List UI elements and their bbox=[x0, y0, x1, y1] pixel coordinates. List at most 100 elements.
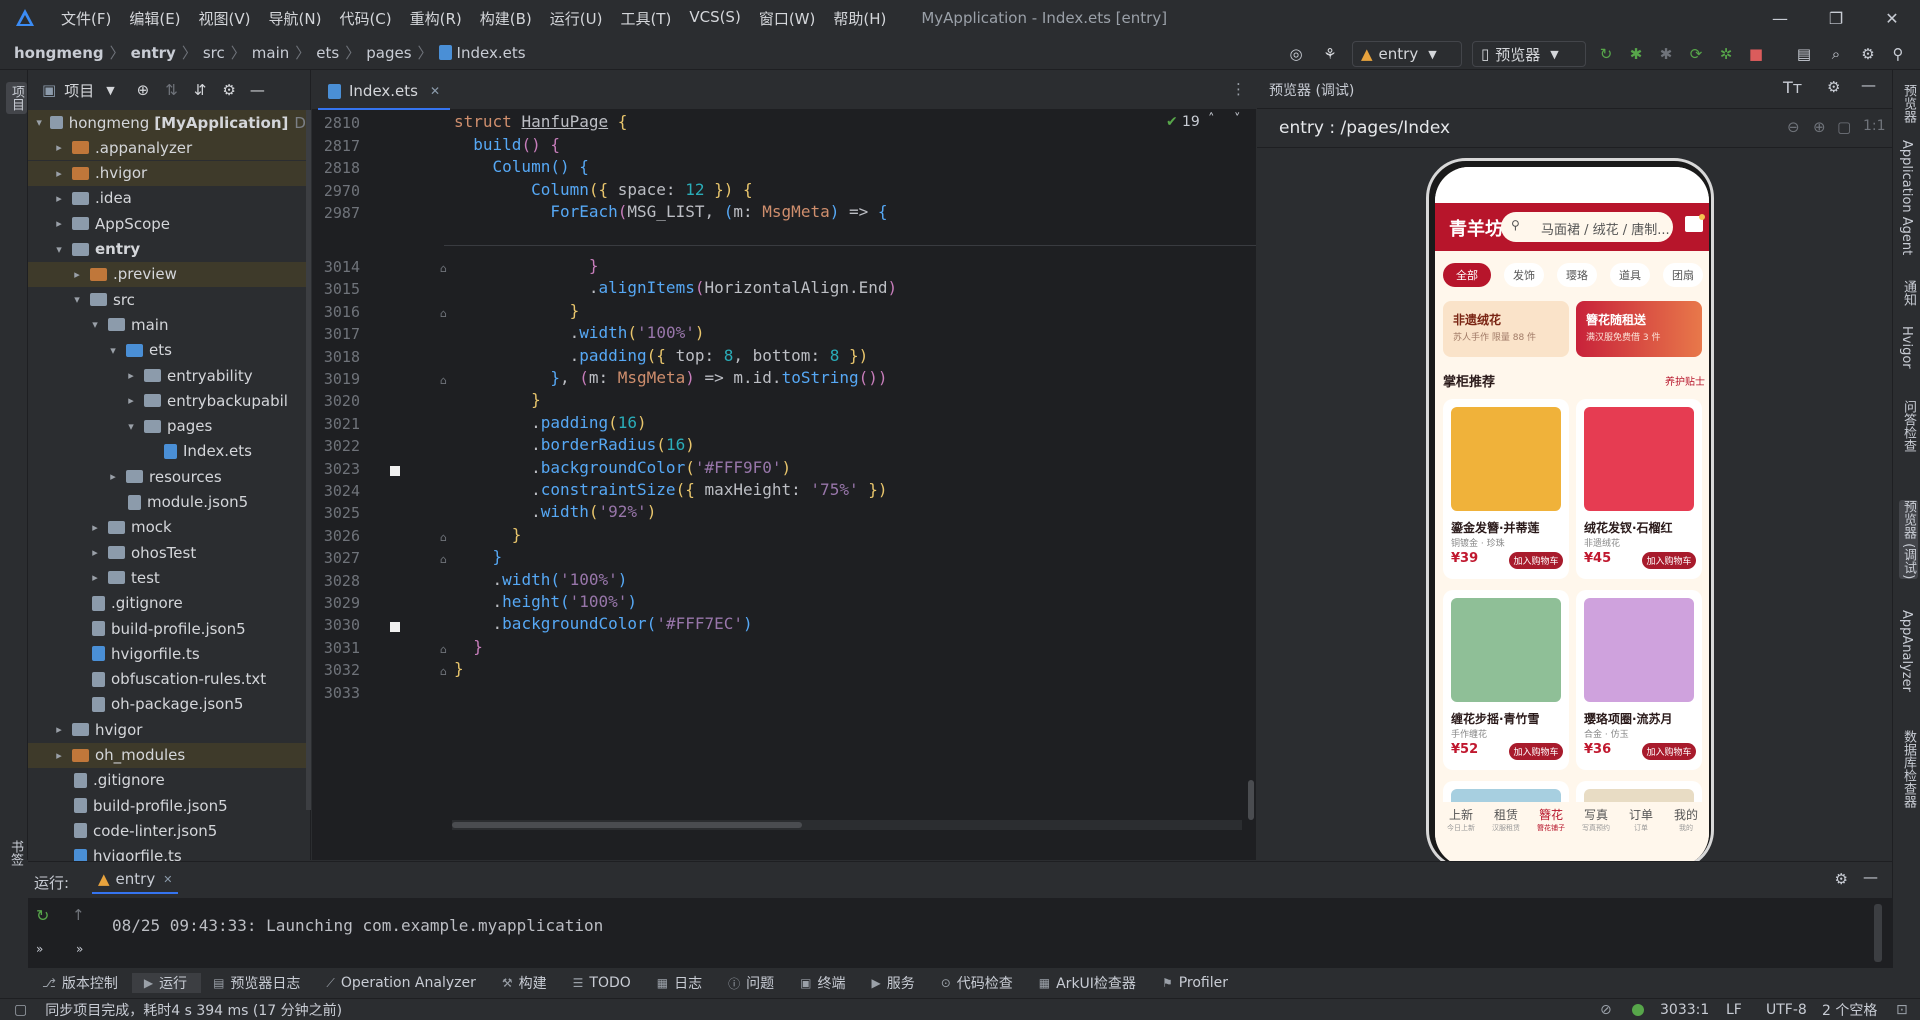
gear-icon[interactable]: ⚙ bbox=[1827, 78, 1840, 96]
chevron-right-icon[interactable]: ▸ bbox=[88, 546, 102, 559]
fold-marker-icon[interactable]: ⌂ bbox=[440, 262, 447, 275]
menu-item[interactable]: 重构(R) bbox=[401, 8, 471, 29]
product-card[interactable]: 璎珞项圈·流苏月 合金 · 仿玉 ¥36 加入购物车 bbox=[1576, 590, 1702, 770]
tool-window-button[interactable]: ▣ 终端 bbox=[788, 973, 859, 993]
tool-window-button[interactable]: ⟋ Operation Analyzer bbox=[314, 975, 489, 991]
tree-item[interactable]: ▸ ohosTest bbox=[28, 540, 311, 565]
tree-item[interactable]: ▾ entry bbox=[28, 237, 311, 262]
tree-item[interactable]: ▸ .idea bbox=[28, 186, 311, 211]
add-to-cart-button[interactable]: 加入购物车 bbox=[1509, 743, 1563, 760]
collapse-all-icon[interactable]: ⇵ bbox=[194, 81, 207, 99]
status-ok-icon[interactable] bbox=[1632, 1004, 1644, 1016]
stop-icon[interactable]: ■ bbox=[1746, 44, 1766, 64]
chevron-right-icon[interactable]: ▸ bbox=[70, 268, 84, 281]
chevron-down-icon[interactable]: ▾ bbox=[34, 116, 44, 129]
menu-item[interactable]: 编辑(E) bbox=[120, 8, 189, 29]
tree-item[interactable]: ▾ main bbox=[28, 312, 311, 337]
menu-item[interactable]: 帮助(H) bbox=[824, 8, 895, 29]
color-swatch[interactable] bbox=[390, 465, 400, 476]
tool-window-button[interactable]: ⚑ Profiler bbox=[1150, 975, 1242, 991]
tree-item[interactable]: ▸ entrybackupabil bbox=[28, 388, 311, 413]
expand-all-icon[interactable]: ⇅ bbox=[165, 81, 178, 99]
tree-item[interactable]: build-profile.json5 bbox=[28, 616, 311, 641]
tree-item[interactable]: ▾ ets bbox=[28, 338, 311, 363]
rerun-icon[interactable]: ↻ bbox=[36, 906, 49, 925]
right-tool-tab[interactable]: 预览器 (调试) bbox=[1899, 500, 1918, 580]
chevron-right-icon[interactable]: ▸ bbox=[52, 141, 66, 154]
tool-window-button[interactable]: ▶ 运行 bbox=[131, 973, 202, 993]
no-inspections-icon[interactable]: ⊘ bbox=[1600, 1002, 1612, 1018]
menu-item[interactable]: 工具(T) bbox=[611, 8, 680, 29]
chevron-down-icon[interactable]: ▾ bbox=[124, 420, 138, 433]
project-structure-icon[interactable]: ▤ bbox=[1794, 44, 1814, 64]
tree-item[interactable]: ▸ mock bbox=[28, 515, 311, 540]
right-tool-tab[interactable]: Hvigor bbox=[1899, 326, 1914, 369]
tree-item[interactable]: code-linter.json5 bbox=[28, 818, 311, 843]
hide-panel-icon[interactable]: — bbox=[1863, 868, 1878, 886]
hide-panel-icon[interactable]: — bbox=[250, 81, 265, 99]
category-chip[interactable]: 团扇 bbox=[1663, 263, 1703, 287]
tree-item[interactable]: ▸ hvigor bbox=[28, 717, 311, 742]
tree-item[interactable]: ▸ AppScope bbox=[28, 211, 311, 236]
chevron-right-icon[interactable]: ▸ bbox=[52, 749, 66, 762]
zoom-out-icon[interactable]: ⊖ bbox=[1787, 118, 1800, 136]
breadcrumb-item[interactable]: hongmeng bbox=[14, 44, 104, 62]
tree-item[interactable]: build-profile.json5 bbox=[28, 793, 311, 818]
tool-window-button[interactable]: ▶ 服务 bbox=[859, 973, 928, 993]
breadcrumb-item[interactable]: Index.ets bbox=[457, 44, 526, 62]
more-tabs-icon[interactable]: ⋮ bbox=[1231, 80, 1246, 98]
message-icon[interactable] bbox=[1685, 214, 1705, 232]
run-tab-entry[interactable]: ▲ entry ✕ bbox=[92, 866, 179, 894]
fold-marker-icon[interactable]: ⌂ bbox=[440, 665, 447, 678]
target-icon[interactable]: ◎ bbox=[1286, 44, 1306, 64]
tree-item[interactable]: .gitignore bbox=[28, 768, 311, 793]
scrollbar-thumb[interactable] bbox=[452, 822, 802, 828]
banner-velvet-flower[interactable]: 非遗绒花 苏人手作 限量 88 件 bbox=[1443, 301, 1569, 357]
tree-item[interactable]: ▸ test bbox=[28, 565, 311, 590]
more-actions-icon[interactable]: » bbox=[36, 942, 43, 956]
tree-item[interactable]: ▸ .preview bbox=[28, 261, 311, 287]
chevron-right-icon[interactable]: ▸ bbox=[106, 470, 120, 483]
tool-window-button[interactable]: ⊙ 代码检查 bbox=[929, 973, 1027, 993]
attach-debugger-icon[interactable]: ✱ bbox=[1656, 44, 1676, 64]
product-card[interactable]: 鎏金发簪·并蒂莲 铜镀金 · 珍珠 ¥39 加入购物车 bbox=[1443, 399, 1569, 579]
fold-marker-icon[interactable]: ⌂ bbox=[440, 553, 447, 566]
run-config-select[interactable]: ▲ entry ▼ bbox=[1352, 41, 1462, 67]
search-icon[interactable]: ⌕ bbox=[1826, 44, 1846, 64]
bottom-nav-item[interactable]: 我的 我的 bbox=[1664, 806, 1708, 833]
tree-item[interactable]: ▾ hongmeng [MyApplication] D: bbox=[28, 110, 311, 135]
tree-item[interactable]: ▸ resources bbox=[28, 464, 311, 489]
device-select[interactable]: ▯ 预览器 ▼ bbox=[1472, 41, 1586, 67]
bottom-nav-item[interactable]: 订单 订单 bbox=[1619, 806, 1663, 833]
debug-tool-icon[interactable]: ⚘ bbox=[1320, 44, 1340, 64]
chevron-right-icon[interactable]: ▸ bbox=[52, 192, 66, 205]
bottom-nav-item[interactable]: 租赁 汉服租赁 bbox=[1484, 806, 1528, 833]
banner-hairpin-rental[interactable]: 簪花随租送 满汉服免费借 3 件 bbox=[1576, 301, 1702, 357]
right-tool-tab[interactable]: 预览器 bbox=[1899, 84, 1918, 123]
breadcrumb-item[interactable]: src bbox=[203, 44, 225, 62]
panel-toggle-icon[interactable]: ▢ bbox=[14, 1002, 27, 1018]
maximize-button[interactable]: ❐ bbox=[1808, 0, 1864, 36]
tool-window-button[interactable]: ▦ ArkUI检查器 bbox=[1027, 973, 1150, 993]
menu-item[interactable]: 构建(B) bbox=[471, 8, 541, 29]
lock-icon[interactable]: ⊡ bbox=[1896, 1002, 1908, 1018]
reload-icon[interactable]: ⟳ bbox=[1686, 44, 1706, 64]
breadcrumb-item[interactable]: pages bbox=[366, 44, 411, 62]
breadcrumb-item[interactable]: entry bbox=[131, 44, 176, 62]
chevron-right-icon[interactable]: ▸ bbox=[124, 369, 138, 382]
chevron-right-icon[interactable]: ▸ bbox=[52, 167, 66, 180]
menu-item[interactable]: 窗口(W) bbox=[750, 8, 825, 29]
font-size-icon[interactable]: Tт bbox=[1783, 78, 1802, 97]
tool-window-button[interactable]: ⓘ 问题 bbox=[716, 973, 788, 993]
chevron-down-icon[interactable]: ▾ bbox=[88, 318, 102, 331]
project-panel-title[interactable]: 项目 bbox=[64, 80, 94, 101]
sdk-manager-icon[interactable]: ⚲ bbox=[1888, 44, 1908, 64]
gear-icon[interactable]: ⚙ bbox=[1835, 870, 1848, 888]
chevron-right-icon[interactable]: ▸ bbox=[52, 217, 66, 230]
fit-screen-icon[interactable]: ▢ bbox=[1837, 118, 1851, 136]
chevron-down-icon[interactable]: ▾ bbox=[70, 293, 84, 306]
bottom-nav-item[interactable]: 写真 写真预约 bbox=[1574, 806, 1618, 833]
product-card[interactable]: 缠花步摇·青竹雪 手作缠花 ¥52 加入购物车 bbox=[1443, 590, 1569, 770]
tree-item[interactable]: oh-package.json5 bbox=[28, 692, 311, 717]
vertical-scrollbar-thumb[interactable] bbox=[1248, 780, 1254, 820]
